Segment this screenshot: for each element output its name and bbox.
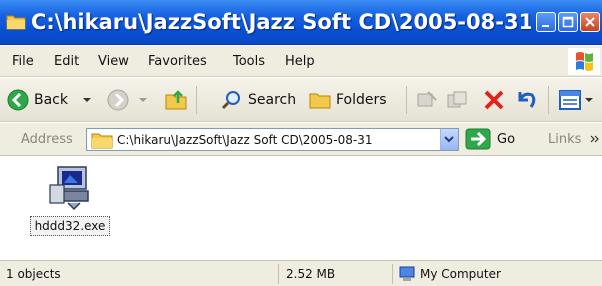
window-title: C:\hikaru\JazzSoft\Jazz Soft CD\2005-08-… (31, 10, 531, 34)
toolbar-separator (548, 86, 549, 114)
status-divider (392, 264, 393, 284)
delete-icon[interactable] (482, 88, 506, 112)
toolbar: Back Search Folders (0, 78, 602, 122)
status-object-count: 1 objects (6, 267, 61, 281)
address-dropdown-button[interactable] (440, 129, 458, 150)
chevron-down-icon (444, 136, 454, 143)
computer-icon (399, 266, 415, 281)
chevron-down-icon[interactable] (138, 95, 148, 105)
back-label: Back (34, 92, 68, 108)
menu-help[interactable]: Help (285, 52, 315, 72)
installer-icon (49, 166, 89, 211)
status-divider (278, 264, 279, 284)
menu-favorites[interactable]: Favorites (148, 52, 207, 72)
minimize-button[interactable] (536, 12, 556, 32)
views-button[interactable] (558, 87, 602, 113)
address-label: Address (21, 132, 73, 147)
status-bar: 1 objects 2.52 MB My Computer (0, 260, 602, 286)
menu-file[interactable]: File (12, 52, 34, 72)
views-icon (559, 90, 581, 110)
move-to-icon[interactable] (416, 89, 438, 111)
menu-bar: File Edit View Favorites Tools Help (0, 46, 602, 77)
back-button[interactable]: Back (6, 87, 94, 113)
forward-arrow-icon (107, 89, 129, 111)
chevron-right-icon[interactable] (590, 134, 600, 144)
toolbar-separator (406, 86, 407, 114)
folder-up-icon[interactable] (164, 88, 188, 112)
back-arrow-icon (7, 89, 29, 111)
status-size: 2.52 MB (286, 267, 336, 281)
file-item[interactable]: hddd32.exe (28, 161, 114, 241)
chevron-down-icon[interactable] (584, 95, 594, 105)
maximize-icon (562, 16, 574, 28)
address-value: C:\hikaru\JazzSoft\Jazz Soft CD\2005-08-… (117, 133, 373, 147)
folders-label: Folders (336, 92, 387, 108)
chevron-down-icon[interactable] (82, 95, 92, 105)
links-button[interactable]: Links (548, 130, 581, 150)
address-input[interactable]: C:\hikaru\JazzSoft\Jazz Soft CD\2005-08-… (86, 128, 459, 151)
windows-logo-icon (568, 48, 600, 75)
title-bar[interactable]: C:\hikaru\JazzSoft\Jazz Soft CD\2005-08-… (0, 0, 602, 45)
folders-button[interactable]: Folders (308, 87, 398, 113)
folder-icon (91, 133, 113, 149)
go-arrow-icon (465, 128, 491, 150)
search-icon (221, 91, 240, 110)
copy-to-icon[interactable] (446, 89, 468, 111)
search-button[interactable]: Search (220, 87, 300, 113)
maximize-button[interactable] (558, 12, 578, 32)
file-name[interactable]: hddd32.exe (30, 216, 110, 236)
close-button[interactable] (580, 12, 600, 32)
close-icon (585, 17, 595, 27)
search-label: Search (248, 92, 297, 108)
address-bar: Address C:\hikaru\JazzSoft\Jazz Soft CD\… (0, 123, 602, 156)
status-location: My Computer (420, 267, 501, 281)
go-label: Go (497, 132, 516, 147)
folder-icon (6, 15, 26, 30)
undo-icon[interactable] (514, 88, 538, 112)
menu-tools[interactable]: Tools (233, 52, 265, 72)
toolbar-separator (196, 86, 197, 114)
file-view[interactable]: hddd32.exe (0, 157, 602, 259)
menu-edit[interactable]: Edit (54, 52, 79, 72)
minimize-icon (542, 25, 549, 27)
go-button[interactable]: Go (465, 128, 525, 151)
folder-icon (309, 93, 331, 109)
forward-button[interactable] (106, 87, 156, 113)
menu-view[interactable]: View (98, 52, 129, 72)
